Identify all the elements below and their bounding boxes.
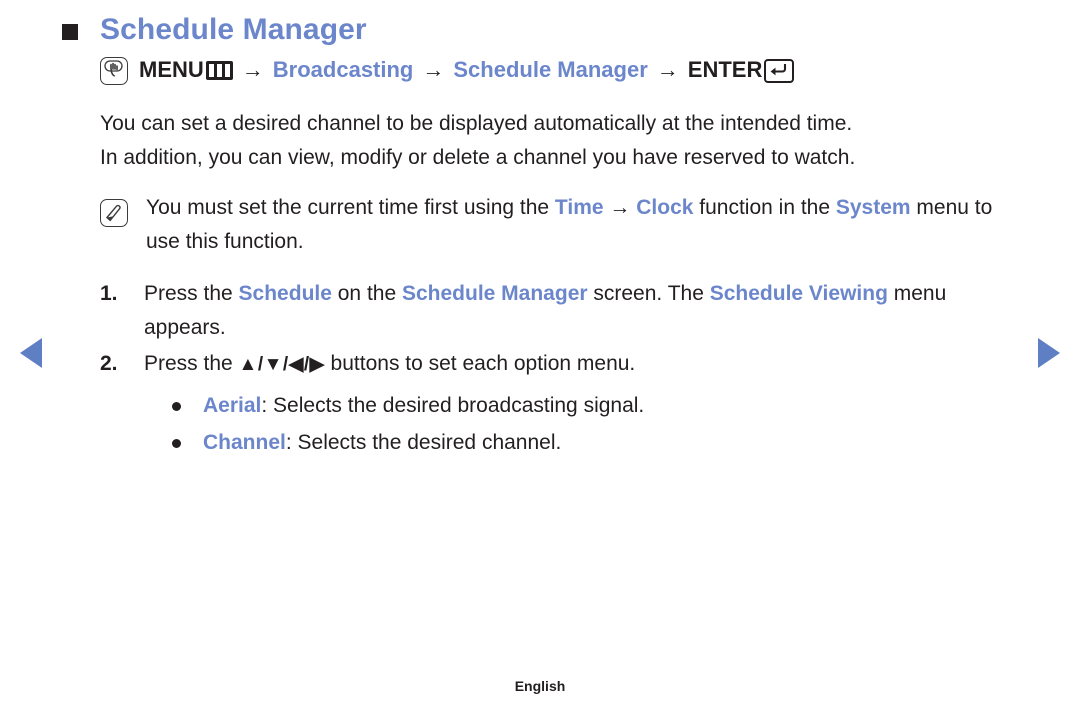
bullet-dot-icon <box>172 401 181 411</box>
note-pen-icon <box>100 198 128 227</box>
menu-path-arrow-2: → <box>422 57 445 83</box>
step-text-2: Press the ▲/▼/◀/▶ buttons to set each op… <box>144 347 635 381</box>
option-bullet-list: Aerial: Selects the desired broadcasting… <box>172 389 1022 460</box>
intro-line-1: You can set a desired channel to be disp… <box>100 111 853 135</box>
enter-button-label: ENTER <box>687 57 763 83</box>
content-column: Schedule Manager MENU → Broadcasting → S… <box>62 10 1022 463</box>
list-item: Aerial: Selects the desired broadcasting… <box>172 389 1022 423</box>
intro-line-2: In addition, you can view, modify or del… <box>100 145 856 169</box>
bullet-term-channel: Channel <box>203 430 286 454</box>
footer-language-label: English <box>514 678 566 694</box>
step1-part-3: screen. The <box>587 281 710 305</box>
intro-paragraph: You can set a desired channel to be disp… <box>100 107 1022 175</box>
bullet-desc-aerial: : Selects the desired broadcasting signa… <box>261 393 645 417</box>
page-title: Schedule Manager <box>100 13 367 46</box>
step1-highlight-schedule: Schedule <box>238 281 332 305</box>
step1-part-1: Press the <box>144 281 239 305</box>
note-highlight-clock: Clock <box>636 195 694 219</box>
menu-button-label: MENU <box>139 57 204 83</box>
enter-return-icon <box>764 58 795 83</box>
note-block: You must set the current time first usin… <box>100 191 1022 259</box>
bullet-dot-icon <box>172 438 181 448</box>
note-highlight-time: Time <box>554 195 604 219</box>
steps-list: 1. Press the Schedule on the Schedule Ma… <box>100 277 1022 381</box>
page-title-row: Schedule Manager <box>62 10 1022 51</box>
bullet-term-aerial: Aerial <box>203 393 262 417</box>
step2-part-2: buttons to set each option menu. <box>324 351 636 375</box>
note-arrow: → <box>609 195 631 219</box>
next-page-arrow-icon[interactable] <box>1038 338 1060 368</box>
step1-highlight-schedule-viewing: Schedule Viewing <box>709 281 888 305</box>
step-item-1: 1. Press the Schedule on the Schedule Ma… <box>100 277 1022 345</box>
note-part-1: You must set the current time first usin… <box>146 195 555 219</box>
step1-highlight-schedule-manager: Schedule Manager <box>401 281 588 305</box>
menu-path-arrow-1: → <box>241 57 264 83</box>
menu-path: MENU → Broadcasting → Schedule Manager →… <box>100 56 1022 85</box>
step-text-1: Press the Schedule on the Schedule Manag… <box>144 277 1014 345</box>
step1-part-2: on the <box>331 281 402 305</box>
menu-path-item-broadcasting: Broadcasting <box>272 57 414 83</box>
hand-press-icon <box>100 56 128 85</box>
menu-path-arrow-3: → <box>656 57 679 83</box>
menu-three-bars-icon <box>205 61 233 80</box>
step-item-2: 2. Press the ▲/▼/◀/▶ buttons to set each… <box>100 347 1022 381</box>
step2-part-1: Press the <box>144 351 239 375</box>
previous-page-arrow-icon[interactable] <box>20 338 42 368</box>
direction-buttons-glyphs-icon: ▲/▼/◀/▶ <box>238 353 325 375</box>
list-item: Channel: Selects the desired channel. <box>172 426 1022 460</box>
menu-path-item-schedule-manager: Schedule Manager <box>453 57 648 83</box>
note-part-2: function in the <box>693 195 836 219</box>
step-number-2: 2. <box>100 351 118 375</box>
step-number-1: 1. <box>100 281 118 305</box>
bullet-text-aerial: Aerial: Selects the desired broadcasting… <box>203 389 644 423</box>
manual-page: Schedule Manager MENU → Broadcasting → S… <box>0 0 1080 705</box>
note-text: You must set the current time first usin… <box>146 191 1022 259</box>
bullet-text-channel: Channel: Selects the desired channel. <box>203 426 561 460</box>
bullet-desc-channel: : Selects the desired channel. <box>285 430 562 454</box>
heading-square-bullet-icon <box>62 24 78 40</box>
note-highlight-system: System <box>835 195 911 219</box>
